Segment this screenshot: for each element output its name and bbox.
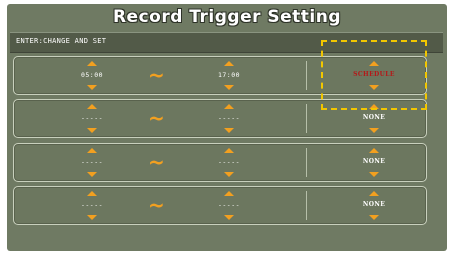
end-time-field[interactable]: 17:00 (199, 57, 259, 94)
start-time-value: ----- (80, 158, 104, 166)
increment-arrow-icon[interactable] (87, 61, 97, 66)
end-time-field[interactable]: ----- (199, 187, 259, 224)
increment-arrow-icon[interactable] (224, 148, 234, 153)
decrement-arrow-icon[interactable] (87, 85, 97, 90)
decrement-arrow-icon[interactable] (87, 128, 97, 133)
increment-arrow-icon[interactable] (87, 148, 97, 153)
end-time-value: ----- (217, 201, 241, 209)
end-time-field[interactable]: ----- (199, 100, 259, 137)
selection-highlight (321, 40, 427, 110)
decrement-arrow-icon[interactable] (369, 172, 379, 177)
end-time-value: 17:00 (217, 71, 241, 79)
column-divider (306, 148, 307, 177)
start-time-field[interactable]: ----- (62, 144, 122, 181)
increment-arrow-icon[interactable] (224, 104, 234, 109)
start-time-field[interactable]: 05:00 (62, 57, 122, 94)
decrement-arrow-icon[interactable] (87, 172, 97, 177)
increment-arrow-icon[interactable] (87, 191, 97, 196)
range-separator-icon: ~ (148, 150, 165, 174)
decrement-arrow-icon[interactable] (224, 172, 234, 177)
column-divider (306, 61, 307, 90)
trigger-mode-field[interactable]: NONE (334, 144, 414, 181)
increment-arrow-icon[interactable] (369, 191, 379, 196)
range-separator-icon: ~ (148, 193, 165, 217)
increment-arrow-icon[interactable] (369, 148, 379, 153)
column-divider (306, 104, 307, 133)
trigger-mode-value: NONE (362, 158, 386, 165)
trigger-mode-field[interactable]: NONE (334, 187, 414, 224)
increment-arrow-icon[interactable] (87, 104, 97, 109)
start-time-field[interactable]: ----- (62, 100, 122, 137)
decrement-arrow-icon[interactable] (369, 215, 379, 220)
increment-arrow-icon[interactable] (224, 191, 234, 196)
start-time-value: 05:00 (80, 71, 104, 79)
end-time-value: ----- (217, 158, 241, 166)
end-time-value: ----- (217, 114, 241, 122)
dvr-screen: Record Trigger Setting ENTER:CHANGE AND … (0, 0, 453, 257)
column-divider (306, 191, 307, 220)
start-time-value: ----- (80, 201, 104, 209)
page-title: Record Trigger Setting (112, 7, 342, 27)
trigger-mode-value: NONE (362, 114, 386, 121)
increment-arrow-icon[interactable] (224, 61, 234, 66)
schedule-row-3[interactable]: ----- ~ ----- NONE (13, 143, 427, 182)
range-separator-icon: ~ (148, 63, 165, 87)
start-time-field[interactable]: ----- (62, 187, 122, 224)
decrement-arrow-icon[interactable] (87, 215, 97, 220)
decrement-arrow-icon[interactable] (369, 128, 379, 133)
decrement-arrow-icon[interactable] (224, 215, 234, 220)
decrement-arrow-icon[interactable] (224, 128, 234, 133)
decrement-arrow-icon[interactable] (224, 85, 234, 90)
start-time-value: ----- (80, 114, 104, 122)
instruction-text: ENTER:CHANGE AND SET (16, 37, 107, 45)
range-separator-icon: ~ (148, 106, 165, 130)
schedule-row-4[interactable]: ----- ~ ----- NONE (13, 186, 427, 225)
end-time-field[interactable]: ----- (199, 144, 259, 181)
trigger-mode-value: NONE (362, 201, 386, 208)
